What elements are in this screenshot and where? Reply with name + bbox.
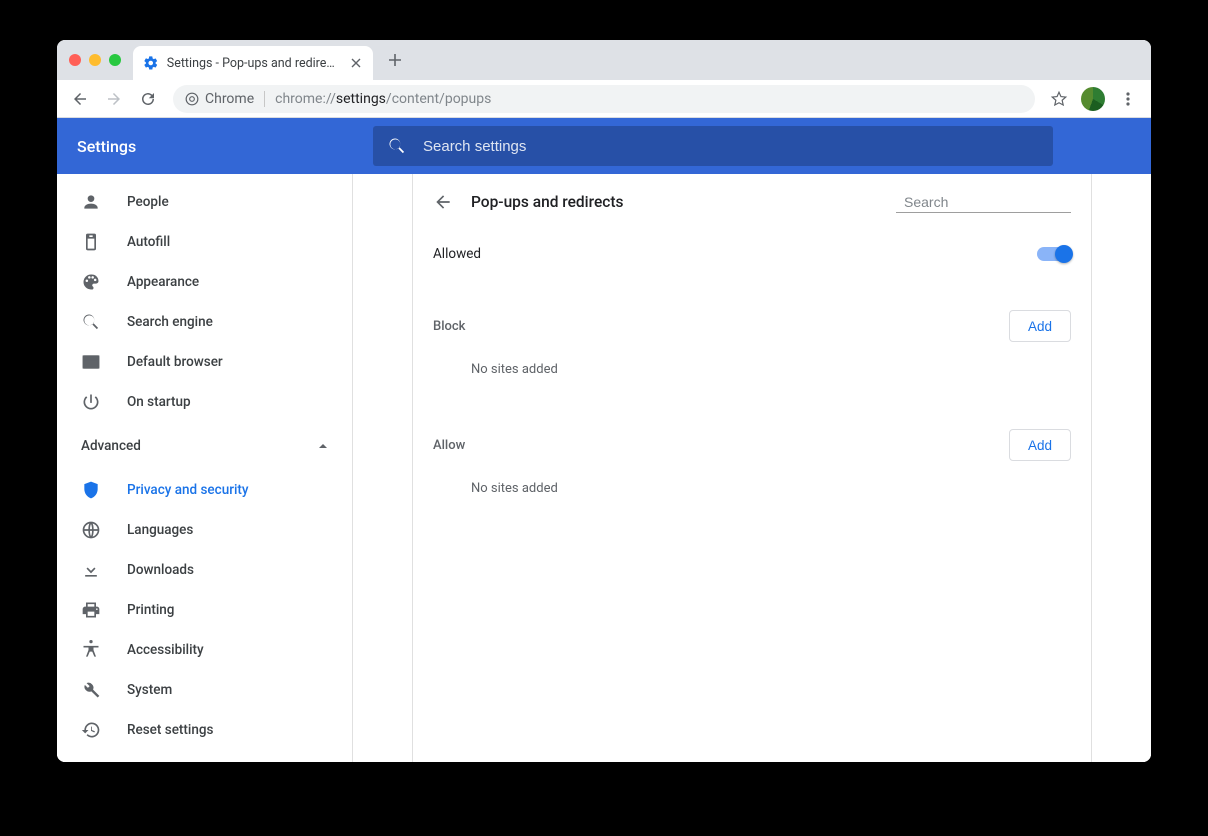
browser-tab[interactable]: Settings - Pop-ups and redirects <box>133 46 373 80</box>
block-section-header: Block Add <box>413 294 1091 358</box>
print-icon <box>81 600 101 620</box>
shield-icon <box>81 480 101 500</box>
person-icon <box>81 192 101 212</box>
sidebar-item-downloads[interactable]: Downloads <box>57 550 352 590</box>
sidebar-item-label: System <box>127 682 172 698</box>
window-close-button[interactable] <box>69 54 81 66</box>
browser-window: Settings - Pop-ups and redirects Chrome … <box>57 40 1151 762</box>
reload-icon <box>139 90 157 108</box>
autofill-icon <box>81 232 101 252</box>
sidebar-section-advanced[interactable]: Advanced <box>57 422 352 470</box>
nav-back-button[interactable] <box>65 84 95 114</box>
allow-section-header: Allow Add <box>413 413 1091 477</box>
sidebar-item-label: On startup <box>127 394 191 410</box>
sidebar-item-reset-settings[interactable]: Reset settings <box>57 710 352 750</box>
block-add-button[interactable]: Add <box>1009 310 1071 342</box>
omnibox-url: chrome://settings/content/popups <box>275 91 491 107</box>
sidebar-item-appearance[interactable]: Appearance <box>57 262 352 302</box>
window-minimize-button[interactable] <box>89 54 101 66</box>
site-chip-label: Chrome <box>205 91 254 107</box>
arrow-left-icon <box>433 192 453 212</box>
tab-close-button[interactable] <box>349 56 363 70</box>
sidebar-item-people[interactable]: People <box>57 182 352 222</box>
page-body: People Autofill Appearance Search engine Def… <box>57 174 1151 762</box>
settings-search[interactable] <box>373 126 1053 166</box>
settings-header: Settings <box>57 118 1151 174</box>
close-icon <box>351 58 361 68</box>
globe-icon <box>81 520 101 540</box>
arrow-left-icon <box>71 90 89 108</box>
star-icon <box>1050 90 1068 108</box>
sidebar-item-system[interactable]: System <box>57 670 352 710</box>
settings-search-input[interactable] <box>423 138 1039 155</box>
site-chip: Chrome <box>185 91 265 107</box>
plus-icon <box>388 53 402 67</box>
content-back-button[interactable] <box>433 192 453 212</box>
sidebar-item-label: Search engine <box>127 314 213 330</box>
sidebar-item-label: Languages <box>127 522 193 538</box>
wrench-icon <box>81 680 101 700</box>
content-search-input[interactable] <box>904 194 1085 210</box>
settings-gear-icon <box>143 55 159 71</box>
app-title: Settings <box>77 137 353 156</box>
content-search[interactable] <box>896 192 1071 213</box>
allowed-toggle[interactable] <box>1037 247 1071 261</box>
nav-forward-button[interactable] <box>99 84 129 114</box>
tab-strip: Settings - Pop-ups and redirects <box>57 40 1151 80</box>
sidebar-item-label: Privacy and security <box>127 482 249 498</box>
power-icon <box>81 392 101 412</box>
window-zoom-button[interactable] <box>109 54 121 66</box>
profile-avatar[interactable] <box>1081 87 1105 111</box>
bookmark-button[interactable] <box>1045 84 1073 114</box>
tab-title: Settings - Pop-ups and redirects <box>167 56 341 71</box>
sidebar-item-label: Default browser <box>127 354 223 370</box>
nav-reload-button[interactable] <box>133 84 163 114</box>
block-empty-message: No sites added <box>413 358 1091 405</box>
toggle-knob <box>1055 245 1073 263</box>
sidebar-item-label: Downloads <box>127 562 194 578</box>
content-column: Pop-ups and redirects Allowed Block Add <box>353 174 1151 762</box>
arrow-right-icon <box>105 90 123 108</box>
sidebar-item-default-browser[interactable]: Default browser <box>57 342 352 382</box>
sidebar-item-label: Reset settings <box>127 722 213 738</box>
sidebar-item-label: Appearance <box>127 274 199 290</box>
allowed-label: Allowed <box>433 246 481 262</box>
allow-empty-message: No sites added <box>413 477 1091 524</box>
allowed-toggle-row: Allowed <box>413 230 1091 278</box>
sidebar-item-label: Printing <box>127 602 174 618</box>
content-title: Pop-ups and redirects <box>471 193 878 211</box>
content-header: Pop-ups and redirects <box>413 174 1091 230</box>
browser-toolbar: Chrome chrome://settings/content/popups <box>57 80 1151 118</box>
palette-icon <box>81 272 101 292</box>
sidebar-item-label: Accessibility <box>127 642 204 658</box>
sidebar-item-label: People <box>127 194 169 210</box>
sidebar-item-accessibility[interactable]: Accessibility <box>57 630 352 670</box>
search-icon <box>387 136 407 156</box>
content-frame: Pop-ups and redirects Allowed Block Add <box>412 174 1092 762</box>
new-tab-button[interactable] <box>381 46 409 74</box>
allow-add-button[interactable]: Add <box>1009 429 1071 461</box>
sidebar-item-search-engine[interactable]: Search engine <box>57 302 352 342</box>
browser-icon <box>81 352 101 372</box>
sidebar-item-autofill[interactable]: Autofill <box>57 222 352 262</box>
browser-menu-button[interactable] <box>1113 84 1143 114</box>
settings-sidebar: People Autofill Appearance Search engine Def… <box>57 174 353 762</box>
sidebar-item-privacy-and-security[interactable]: Privacy and security <box>57 470 352 510</box>
sidebar-item-on-startup[interactable]: On startup <box>57 382 352 422</box>
sidebar-item-label: Autofill <box>127 234 170 250</box>
window-controls <box>65 40 125 80</box>
kebab-icon <box>1120 91 1136 107</box>
allow-section-title: Allow <box>433 438 465 453</box>
sidebar-item-printing[interactable]: Printing <box>57 590 352 630</box>
sidebar-item-languages[interactable]: Languages <box>57 510 352 550</box>
restore-icon <box>81 720 101 740</box>
chrome-icon <box>185 92 199 106</box>
chevron-up-icon <box>318 441 328 451</box>
accessibility-icon <box>81 640 101 660</box>
block-section-title: Block <box>433 319 465 334</box>
download-icon <box>81 560 101 580</box>
omnibox[interactable]: Chrome chrome://settings/content/popups <box>173 85 1035 113</box>
sidebar-section-label: Advanced <box>81 438 141 454</box>
search-icon <box>81 312 101 332</box>
